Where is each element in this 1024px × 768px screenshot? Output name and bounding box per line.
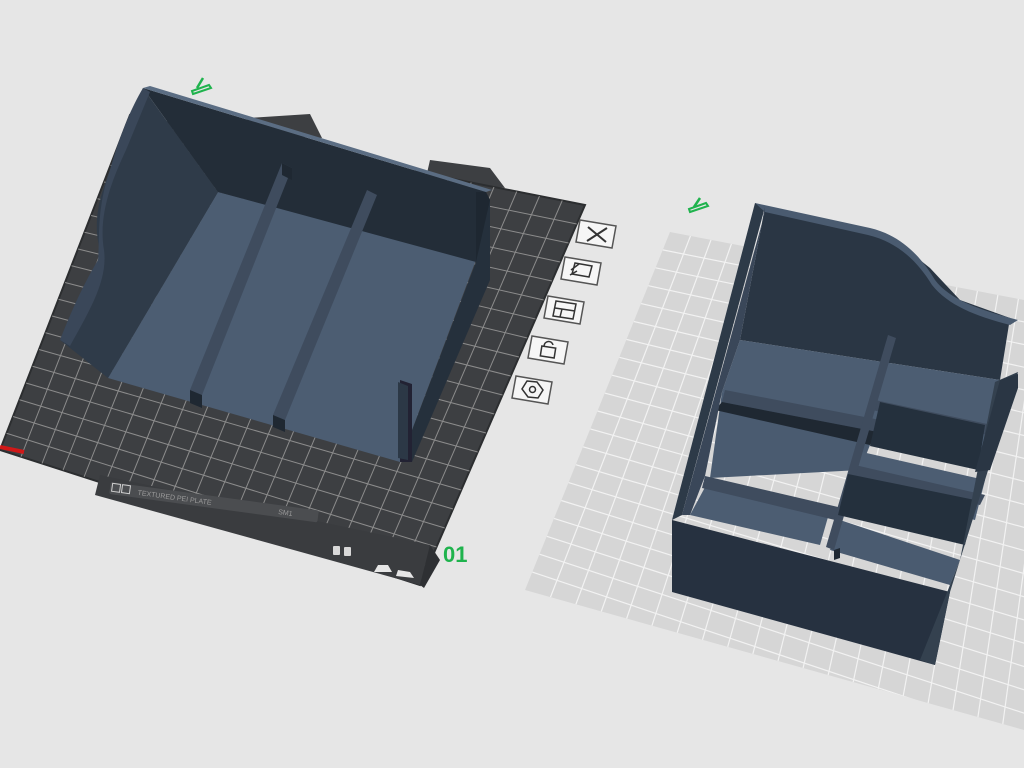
pencil-icon[interactable] bbox=[687, 197, 710, 214]
plate-1-number: 01 bbox=[443, 542, 467, 567]
lock-plate-button[interactable] bbox=[527, 335, 569, 365]
pencil-icon[interactable] bbox=[190, 77, 213, 96]
arrange-plate-button[interactable] bbox=[560, 256, 602, 286]
plate-type-button[interactable] bbox=[511, 375, 553, 405]
plate-settings-button[interactable] bbox=[543, 295, 585, 325]
delete-plate-button[interactable] bbox=[575, 219, 617, 249]
3d-viewport[interactable]: TEXTURED PEI PLATE SM1 01 bbox=[0, 0, 1024, 768]
